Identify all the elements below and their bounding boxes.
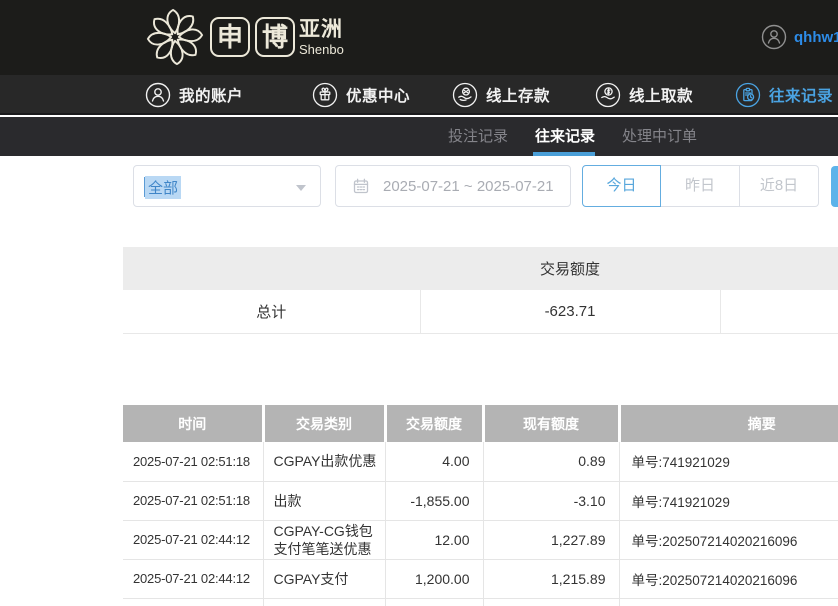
select-value: 全部 bbox=[145, 176, 181, 199]
brand-side-text: 亚洲 Shenbo bbox=[299, 18, 344, 57]
brand-latin: Shenbo bbox=[299, 42, 344, 57]
summary-header-row: 交易额度 bbox=[123, 247, 838, 290]
summary-table: 交易额度 总计 -623.71 bbox=[123, 247, 838, 334]
brand-logo: 申 博 亚洲 Shenbo bbox=[146, 8, 344, 66]
table-row-clipped bbox=[123, 598, 838, 606]
cell-amount: -1,855.00 bbox=[385, 481, 483, 520]
cell-type: CGPAY支付 bbox=[263, 559, 385, 598]
cell-time: 2025-07-21 02:51:18 bbox=[123, 481, 263, 520]
summary-empty-cell bbox=[720, 290, 838, 333]
summary-header-empty-2 bbox=[720, 247, 838, 290]
quick-date-buttons: 今日 昨日 近8日 bbox=[582, 165, 819, 207]
tab-betting-records[interactable]: 投注记录 bbox=[448, 117, 508, 156]
gift-icon bbox=[312, 82, 338, 108]
tab-transaction-records[interactable]: 往来记录 bbox=[535, 117, 595, 156]
table-row: 2025-07-21 02:44:12 CGPAY支付 1,200.00 1,2… bbox=[123, 559, 838, 598]
col-header-note: 摘要 bbox=[619, 405, 838, 442]
nav-item-withdraw[interactable]: 线上取款 bbox=[595, 75, 693, 115]
cell-balance: -3.10 bbox=[483, 481, 619, 520]
summary-total-label: 总计 bbox=[123, 290, 420, 333]
today-button[interactable]: 今日 bbox=[582, 165, 661, 207]
cell-note: 单号:202507214020216096 bbox=[619, 559, 838, 598]
nav-item-deposit[interactable]: 线上存款 bbox=[452, 75, 550, 115]
deposit-hand-coin-icon bbox=[452, 82, 478, 108]
nav-label: 线上取款 bbox=[629, 84, 693, 106]
col-header-type: 交易类别 bbox=[263, 405, 385, 442]
flower-logo-icon bbox=[146, 8, 204, 66]
cell-time: 2025-07-21 02:44:12 bbox=[123, 520, 263, 559]
summary-total-amount: -623.71 bbox=[420, 290, 720, 333]
nav-item-records[interactable]: 往来记录 bbox=[735, 75, 833, 115]
cell-amount: 12.00 bbox=[385, 520, 483, 559]
col-header-balance: 现有额度 bbox=[483, 405, 619, 442]
yesterday-button[interactable]: 昨日 bbox=[661, 165, 740, 207]
user-account[interactable]: qhhw1 bbox=[761, 24, 838, 50]
cell-time: 2025-07-21 02:51:18 bbox=[123, 442, 263, 481]
sub-navigation: 投注记录 往来记录 处理中订单 bbox=[0, 117, 838, 156]
last-8-days-button[interactable]: 近8日 bbox=[740, 165, 819, 207]
cell-balance: 0.89 bbox=[483, 442, 619, 481]
cell-type: CGPAY出款优惠 bbox=[263, 442, 385, 481]
records-header-row: 时间 交易类别 交易额度 现有额度 摘要 bbox=[123, 405, 838, 442]
account-person-icon bbox=[145, 82, 171, 108]
nav-item-my-account[interactable]: 我的账户 bbox=[145, 75, 243, 115]
transaction-type-select[interactable]: 全部 bbox=[133, 165, 321, 207]
brand-char-1: 申 bbox=[210, 17, 250, 57]
search-button-partial[interactable] bbox=[831, 166, 838, 207]
calendar-icon bbox=[353, 178, 369, 194]
col-header-amount: 交易额度 bbox=[385, 405, 483, 442]
col-header-time: 时间 bbox=[123, 405, 263, 442]
tab-processing-orders[interactable]: 处理中订单 bbox=[622, 117, 697, 156]
table-row: 2025-07-21 02:44:12 CGPAY-CG钱包支付笔笔送优惠 12… bbox=[123, 520, 838, 559]
summary-total-row: 总计 -623.71 bbox=[123, 290, 838, 333]
transaction-records-page: 申 博 亚洲 Shenbo qhhw1 我的账户 bbox=[0, 0, 838, 606]
top-header: 申 博 亚洲 Shenbo qhhw1 bbox=[0, 0, 838, 75]
cell-type: CGPAY-CG钱包支付笔笔送优惠 bbox=[263, 520, 385, 559]
chevron-down-icon bbox=[296, 185, 306, 191]
cell-note: 单号:741921029 bbox=[619, 481, 838, 520]
summary-header-empty bbox=[123, 247, 420, 290]
nav-label: 往来记录 bbox=[769, 84, 833, 106]
nav-label: 我的账户 bbox=[179, 84, 243, 106]
cell-type: 出款 bbox=[263, 481, 385, 520]
cell-balance: 1,227.89 bbox=[483, 520, 619, 559]
table-row: 2025-07-21 02:51:18 CGPAY出款优惠 4.00 0.89 … bbox=[123, 442, 838, 481]
nav-item-promotions[interactable]: 优惠中心 bbox=[312, 75, 410, 115]
cell-amount: 1,200.00 bbox=[385, 559, 483, 598]
brand-char-2: 博 bbox=[255, 17, 295, 57]
cell-time: 2025-07-21 02:44:12 bbox=[123, 559, 263, 598]
brand-region: 亚洲 bbox=[299, 18, 344, 42]
nav-label: 优惠中心 bbox=[346, 84, 410, 106]
main-navigation: 我的账户 优惠中心 线上存款 bbox=[0, 75, 838, 115]
summary-header-amount: 交易额度 bbox=[420, 247, 720, 290]
date-range-value: 2025-07-21 ~ 2025-07-21 bbox=[383, 178, 554, 195]
active-tab-underline bbox=[533, 152, 595, 156]
cell-amount: 4.00 bbox=[385, 442, 483, 481]
cell-balance: 1,215.89 bbox=[483, 559, 619, 598]
table-row: 2025-07-21 02:51:18 出款 -1,855.00 -3.10 单… bbox=[123, 481, 838, 520]
cell-note: 单号:202507214020216096 bbox=[619, 520, 838, 559]
withdraw-hand-dollar-icon bbox=[595, 82, 621, 108]
user-avatar-icon bbox=[761, 24, 787, 50]
nav-label: 线上存款 bbox=[486, 84, 550, 106]
username-text[interactable]: qhhw1 bbox=[794, 29, 838, 46]
records-clipboard-clock-icon bbox=[735, 82, 761, 108]
records-table: 时间 交易类别 交易额度 现有额度 摘要 2025-07-21 02:51:18… bbox=[123, 405, 838, 606]
cell-note: 单号:741921029 bbox=[619, 442, 838, 481]
date-range-picker[interactable]: 2025-07-21 ~ 2025-07-21 bbox=[335, 165, 571, 207]
